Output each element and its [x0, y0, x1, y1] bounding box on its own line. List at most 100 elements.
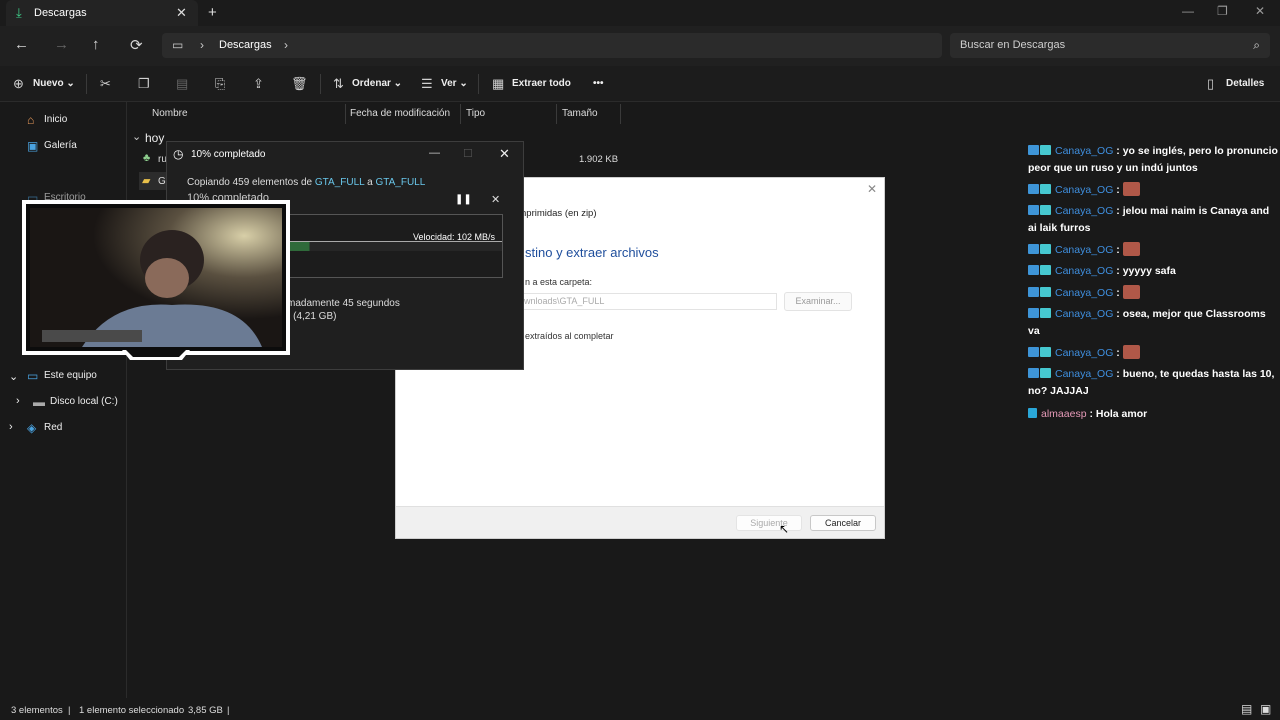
chat-username[interactable]: Canaya_OG: [1055, 347, 1113, 359]
chat-username[interactable]: Canaya_OG: [1055, 265, 1113, 277]
vip-badge-icon: [1028, 265, 1039, 275]
paste-icon[interactable]: ▤: [176, 76, 188, 92]
new-button-label: Nuevo: [33, 78, 64, 89]
clock-icon: ◷: [173, 147, 184, 161]
details-view-icon[interactable]: ▤: [1241, 702, 1252, 716]
browse-button[interactable]: Examinar...: [784, 292, 852, 311]
search-input[interactable]: Buscar en Descargas ⌕: [950, 33, 1270, 58]
rename-icon[interactable]: ⎘: [215, 76, 225, 92]
back-arrow-icon[interactable]: ←: [14, 36, 29, 53]
show-extracted-checkbox-label[interactable]: extraídos al completar: [525, 331, 614, 341]
column-divider[interactable]: [620, 104, 621, 124]
chevron-down-icon[interactable]: ⌄: [9, 370, 18, 383]
column-name[interactable]: Nombre: [152, 108, 188, 119]
wizard-footer: Siguiente Cancelar: [396, 506, 884, 538]
column-divider[interactable]: [345, 104, 346, 124]
chat-text: :: [1116, 287, 1120, 299]
sort-icon[interactable]: ⇅: [333, 76, 344, 92]
chevron-right-icon[interactable]: ›: [200, 38, 204, 52]
up-arrow-icon[interactable]: ↑: [92, 36, 100, 53]
chat-username[interactable]: Canaya_OG: [1055, 145, 1113, 157]
maximize-button[interactable]: ☐: [463, 147, 473, 160]
minimize-button[interactable]: —: [1182, 4, 1194, 18]
chevron-down-icon[interactable]: ⌄: [132, 130, 141, 143]
chat-message: Canaya_OG :: [1028, 182, 1280, 199]
chat-username[interactable]: almaaesp: [1041, 408, 1087, 420]
tiles-view-icon[interactable]: ▣: [1260, 702, 1271, 716]
copy-icon[interactable]: ❐: [138, 76, 150, 92]
address-bar[interactable]: ▭ › Descargas ›: [162, 33, 942, 58]
chat-message: Canaya_OG : yo se inglés, pero lo pronun…: [1028, 143, 1280, 177]
column-size[interactable]: Tamaño: [562, 108, 598, 119]
forward-arrow-icon[interactable]: →: [54, 36, 69, 53]
add-circle-icon[interactable]: ⊕: [13, 76, 24, 92]
sidebar-item-label: Disco local (C:): [50, 396, 118, 407]
vip-badge-icon: [1028, 308, 1039, 318]
minimize-button[interactable]: —: [429, 147, 440, 159]
chevron-right-icon[interactable]: ›: [16, 395, 20, 407]
chat-username[interactable]: Canaya_OG: [1055, 368, 1113, 380]
subscriber-badge-icon: [1040, 265, 1051, 275]
subscriber-badge-icon: [1040, 308, 1051, 318]
details-button[interactable]: Detalles: [1226, 78, 1264, 89]
copy-prefix: Copiando 459 elementos de: [187, 177, 313, 188]
column-type[interactable]: Tipo: [466, 108, 485, 119]
close-icon[interactable]: ✕: [499, 146, 510, 162]
chat-username[interactable]: Canaya_OG: [1055, 184, 1113, 196]
view-button[interactable]: Ver ⌄: [441, 78, 468, 89]
column-divider[interactable]: [460, 104, 461, 124]
cancel-button[interactable]: Cancelar: [810, 515, 876, 531]
sidebar-item-label: Red: [44, 422, 63, 433]
chat-text: :: [1116, 347, 1120, 359]
search-icon[interactable]: ⌕: [1253, 38, 1260, 53]
webcam-overlay: [22, 200, 290, 360]
target-folder-link[interactable]: GTA_FULL: [375, 177, 425, 188]
extract-all-button[interactable]: Extraer todo: [512, 78, 571, 89]
close-window-button[interactable]: ✕: [1255, 4, 1265, 18]
view-icon[interactable]: ☰: [421, 76, 433, 92]
extract-icon[interactable]: ▦: [492, 76, 504, 92]
chat-username[interactable]: Canaya_OG: [1055, 244, 1113, 256]
chat-text: : yyyyy safa: [1116, 265, 1176, 277]
item-count: 3 elementos: [11, 705, 63, 716]
chat-message: Canaya_OG : yyyyy safa: [1028, 263, 1280, 280]
new-button[interactable]: Nuevo ⌄: [33, 78, 75, 89]
folder-icon: ▰: [142, 175, 151, 187]
chat-username[interactable]: Canaya_OG: [1055, 287, 1113, 299]
delete-icon[interactable]: 🗑: [291, 76, 308, 92]
view-button-label: Ver: [441, 78, 457, 89]
status-separator: |: [68, 705, 71, 716]
restore-button[interactable]: ❐: [1217, 4, 1228, 18]
tab-descargas[interactable]: ⤓ Descargas ✕: [6, 0, 198, 26]
chevron-right-icon[interactable]: ›: [284, 38, 288, 52]
wizard-heading: stino y extraer archivos: [525, 245, 659, 260]
next-button[interactable]: Siguiente: [736, 515, 802, 531]
computer-icon: ▭: [172, 38, 184, 52]
share-icon[interactable]: ⇪: [253, 76, 264, 92]
breadcrumb-descargas[interactable]: Descargas: [219, 39, 272, 51]
details-pane-icon[interactable]: ▯: [1207, 76, 1214, 92]
subscriber-badge-icon: [1040, 145, 1051, 155]
close-icon[interactable]: ✕: [867, 182, 877, 196]
destination-path-input[interactable]: wnloads\GTA_FULL: [521, 293, 777, 310]
sort-button[interactable]: Ordenar ⌄: [352, 78, 402, 89]
more-options-button[interactable]: •••: [593, 78, 604, 89]
source-folder-link[interactable]: GTA_FULL: [315, 177, 364, 188]
column-date[interactable]: Fecha de modificación: [350, 108, 450, 119]
pause-icon[interactable]: ❚❚: [455, 194, 472, 205]
column-divider[interactable]: [556, 104, 557, 124]
refresh-icon[interactable]: ⟳: [130, 36, 143, 54]
progress-fill: [288, 241, 502, 251]
tab-close-icon[interactable]: ✕: [176, 5, 187, 21]
cancel-copy-icon[interactable]: ✕: [491, 193, 500, 206]
list-item[interactable]: ▰ GT: [139, 172, 172, 190]
chat-username[interactable]: Canaya_OG: [1055, 205, 1113, 217]
chevron-right-icon[interactable]: ›: [9, 421, 13, 433]
new-tab-button[interactable]: +: [208, 4, 217, 21]
selected-size: 3,85 GB: [188, 705, 223, 716]
copy-mid: a: [367, 177, 373, 188]
chat-message: almaaesp : Hola amor: [1028, 406, 1280, 423]
subscriber-badge-icon: [1040, 205, 1051, 215]
chat-username[interactable]: Canaya_OG: [1055, 308, 1113, 320]
cut-icon[interactable]: ✂: [100, 76, 111, 92]
